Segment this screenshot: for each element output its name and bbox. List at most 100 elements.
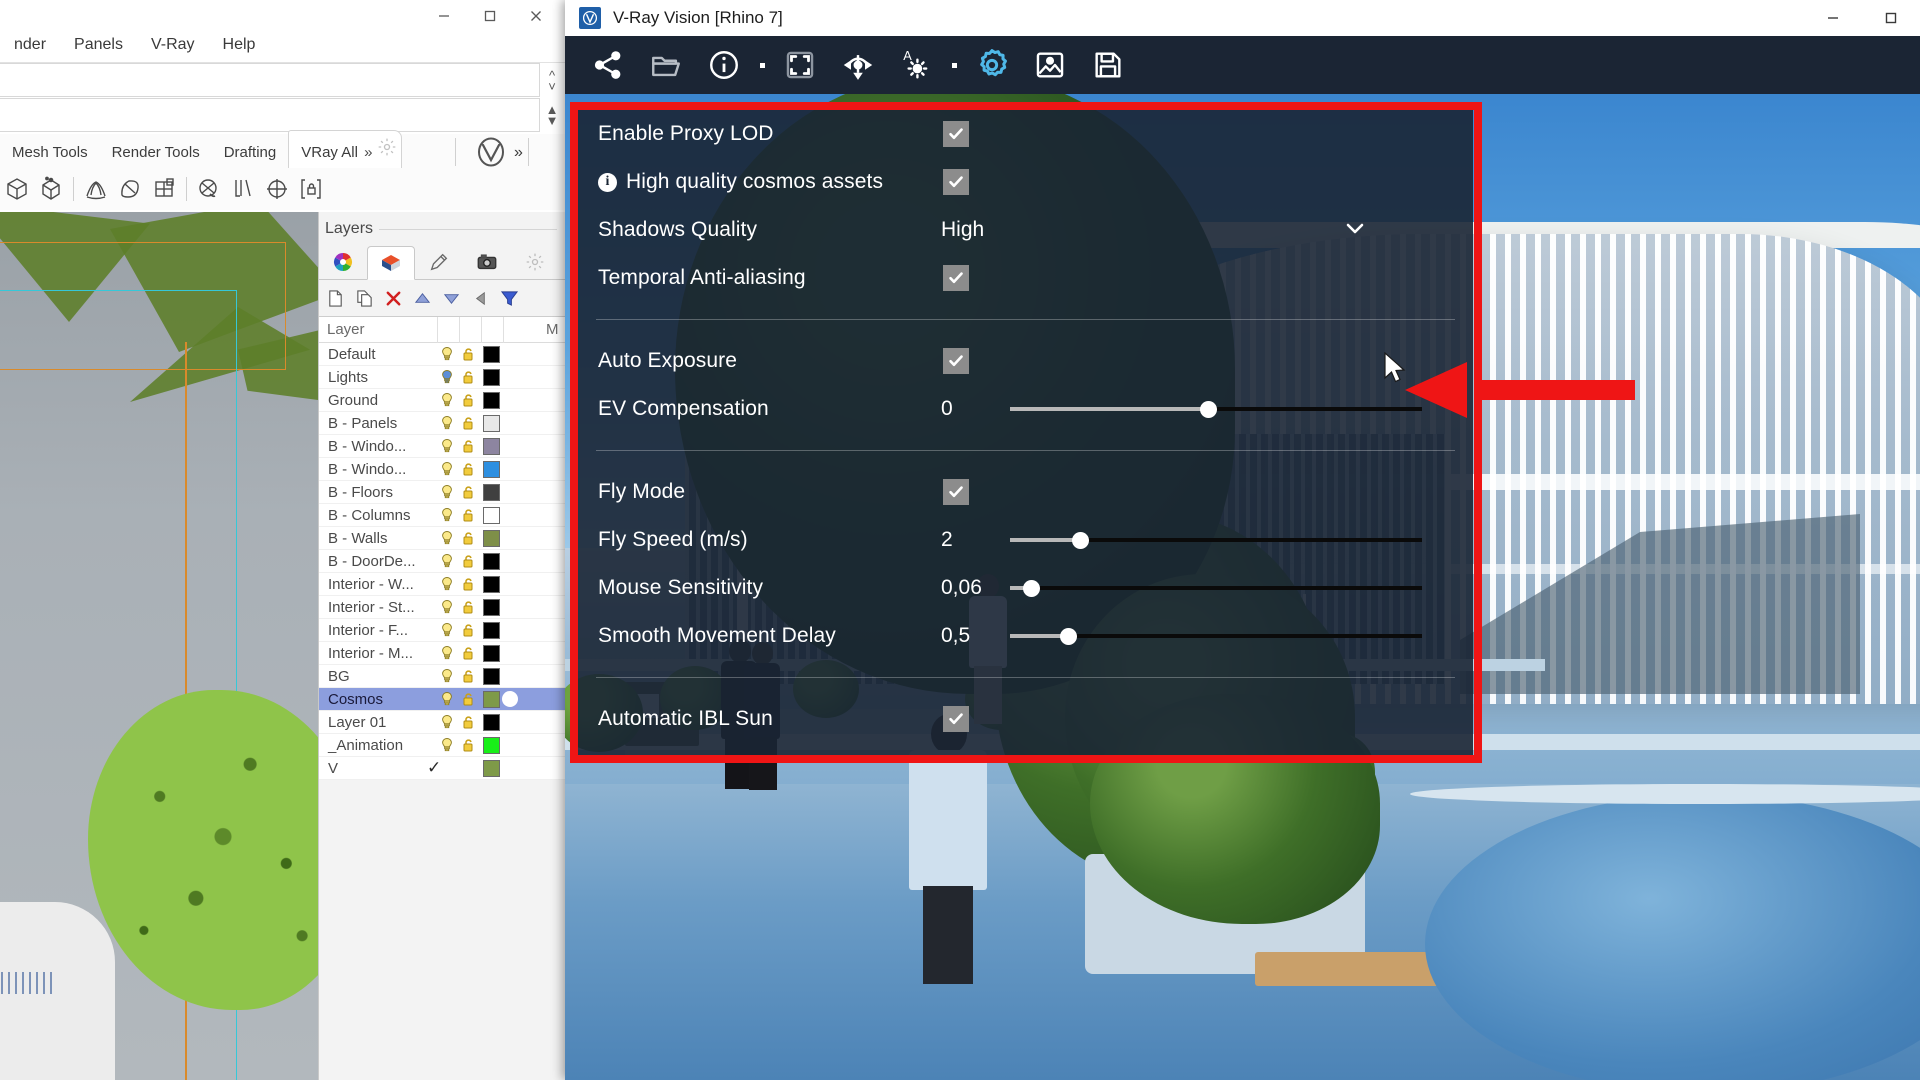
layer-row[interactable]: Lights bbox=[319, 366, 566, 389]
menu-item-panels[interactable]: Panels bbox=[60, 36, 137, 54]
new-layer-icon[interactable] bbox=[325, 288, 346, 309]
tab-vray-all[interactable]: VRay All » bbox=[288, 130, 401, 168]
layer-color-swatch[interactable] bbox=[483, 668, 500, 685]
tab-mesh-tools[interactable]: Mesh Tools bbox=[0, 138, 100, 168]
layer-color-swatch[interactable] bbox=[483, 737, 500, 754]
mesh-patch-icon[interactable] bbox=[113, 172, 147, 206]
tab-drafting[interactable]: Drafting bbox=[212, 138, 289, 168]
layer-lock-icon[interactable] bbox=[461, 599, 477, 615]
layer-visibility-bulb-icon[interactable] bbox=[439, 714, 455, 730]
layer-visibility-bulb-icon[interactable] bbox=[439, 599, 455, 615]
mesh-lock-icon[interactable] bbox=[294, 172, 328, 206]
layer-row[interactable]: B - Walls bbox=[319, 527, 566, 550]
layer-visibility-bulb-icon[interactable] bbox=[439, 645, 455, 661]
layer-color-swatch[interactable] bbox=[483, 484, 500, 501]
layer-lock-icon[interactable] bbox=[461, 438, 477, 454]
layer-visibility-bulb-icon[interactable] bbox=[439, 438, 455, 454]
layer-row[interactable]: Cosmos bbox=[319, 688, 566, 711]
fullscreen-icon[interactable] bbox=[773, 42, 827, 88]
copy-layer-icon[interactable] bbox=[354, 288, 375, 309]
setting-slider[interactable] bbox=[1010, 623, 1422, 649]
menu-item-vray[interactable]: V-Ray bbox=[137, 36, 209, 54]
layer-lock-icon[interactable] bbox=[461, 691, 477, 707]
auto-sun-icon[interactable]: A bbox=[889, 42, 943, 88]
layer-lock-icon[interactable] bbox=[461, 714, 477, 730]
share-icon[interactable] bbox=[581, 42, 635, 88]
layer-visibility-bulb-icon[interactable] bbox=[439, 461, 455, 477]
tab-layers[interactable] bbox=[367, 246, 415, 280]
layer-visibility-bulb-icon[interactable] bbox=[439, 691, 455, 707]
layer-material-swatch[interactable] bbox=[502, 691, 518, 707]
box-points-icon[interactable] bbox=[34, 172, 68, 206]
layer-color-swatch[interactable] bbox=[483, 438, 500, 455]
layer-row[interactable]: B - Windo... bbox=[319, 458, 566, 481]
layer-color-swatch[interactable] bbox=[483, 369, 500, 386]
setting-checkbox[interactable] bbox=[943, 169, 969, 195]
layer-lock-icon[interactable] bbox=[461, 737, 477, 753]
menu-item-render[interactable]: nder bbox=[0, 36, 60, 54]
gear-icon[interactable] bbox=[965, 42, 1019, 88]
minimize-icon[interactable] bbox=[421, 0, 467, 32]
maximize-icon[interactable] bbox=[467, 0, 513, 32]
close-icon[interactable] bbox=[513, 0, 559, 32]
layer-row[interactable]: Interior - F... bbox=[319, 619, 566, 642]
tab-overflow-icon[interactable]: » bbox=[362, 144, 372, 161]
mesh-grid-icon[interactable] bbox=[147, 172, 181, 206]
layer-row[interactable]: Layer 01 bbox=[319, 711, 566, 734]
setting-checkbox[interactable] bbox=[943, 706, 969, 732]
layer-visibility-bulb-icon[interactable] bbox=[439, 668, 455, 684]
layer-row[interactable]: Interior - M... bbox=[319, 642, 566, 665]
layer-color-swatch[interactable] bbox=[483, 622, 500, 639]
maximize-icon[interactable] bbox=[1862, 0, 1920, 36]
folder-open-icon[interactable] bbox=[639, 42, 693, 88]
slider-handle[interactable] bbox=[1060, 628, 1077, 645]
layer-row[interactable]: B - Panels bbox=[319, 412, 566, 435]
move-down-icon[interactable] bbox=[441, 288, 462, 309]
layer-lock-icon[interactable] bbox=[461, 369, 477, 385]
mesh-offset-icon[interactable] bbox=[260, 172, 294, 206]
layer-lock-icon[interactable] bbox=[461, 668, 477, 684]
layer-color-swatch[interactable] bbox=[483, 507, 500, 524]
layer-visibility-bulb-icon[interactable] bbox=[439, 530, 455, 546]
tab-settings-gear[interactable] bbox=[511, 245, 559, 279]
setting-slider[interactable] bbox=[1010, 527, 1422, 553]
command-input[interactable] bbox=[0, 98, 540, 132]
mesh-split-icon[interactable] bbox=[226, 172, 260, 206]
layer-lock-icon[interactable] bbox=[461, 392, 477, 408]
layer-visibility-bulb-icon[interactable] bbox=[439, 369, 455, 385]
layer-lock-icon[interactable] bbox=[461, 576, 477, 592]
layer-visibility-bulb-icon[interactable] bbox=[439, 622, 455, 638]
setting-slider[interactable] bbox=[1010, 575, 1422, 601]
chevron-down-icon[interactable] bbox=[1343, 216, 1367, 245]
filter-icon[interactable] bbox=[499, 288, 520, 309]
layer-color-swatch[interactable] bbox=[483, 760, 500, 777]
layer-color-swatch[interactable] bbox=[483, 645, 500, 662]
toolbar-overflow-icon[interactable]: » bbox=[514, 144, 523, 162]
layer-visibility-bulb-icon[interactable] bbox=[439, 346, 455, 362]
layer-row[interactable]: B - Windo... bbox=[319, 435, 566, 458]
layer-row[interactable]: Default bbox=[319, 343, 566, 366]
layer-color-swatch[interactable] bbox=[483, 714, 500, 731]
command-history[interactable] bbox=[0, 63, 540, 97]
layer-color-swatch[interactable] bbox=[483, 392, 500, 409]
info-icon[interactable] bbox=[697, 42, 751, 88]
tab-camera[interactable] bbox=[463, 245, 511, 279]
minimize-icon[interactable] bbox=[1804, 0, 1862, 36]
layer-lock-icon[interactable] bbox=[461, 346, 477, 362]
layer-color-swatch[interactable] bbox=[483, 599, 500, 616]
move-up-icon[interactable] bbox=[412, 288, 433, 309]
image-icon[interactable] bbox=[1023, 42, 1077, 88]
setting-checkbox[interactable] bbox=[943, 265, 969, 291]
layer-lock-icon[interactable] bbox=[461, 530, 477, 546]
layer-lock-icon[interactable] bbox=[461, 484, 477, 500]
mesh-from-surface-icon[interactable] bbox=[79, 172, 113, 206]
layer-color-swatch[interactable] bbox=[483, 346, 500, 363]
setting-checkbox[interactable] bbox=[943, 479, 969, 505]
vray-logo-icon[interactable] bbox=[474, 136, 508, 168]
layer-visibility-bulb-icon[interactable] bbox=[439, 553, 455, 569]
mesh-paint-icon[interactable] bbox=[192, 172, 226, 206]
layer-color-swatch[interactable] bbox=[483, 530, 500, 547]
tab-render-tools[interactable]: Render Tools bbox=[100, 138, 212, 168]
layer-row[interactable]: BG bbox=[319, 665, 566, 688]
box-icon[interactable] bbox=[0, 172, 34, 206]
